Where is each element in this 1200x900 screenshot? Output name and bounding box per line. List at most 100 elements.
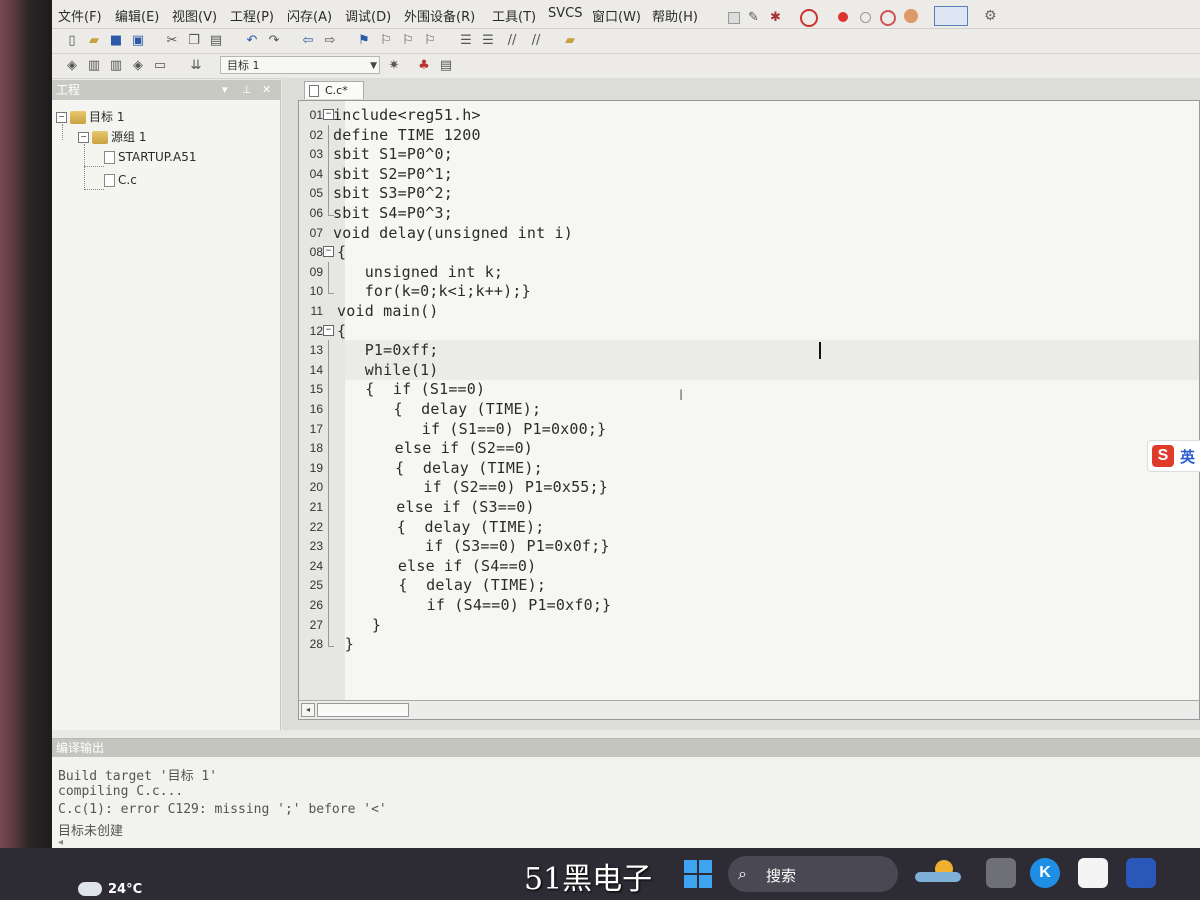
find-icon[interactable]: ▰ (562, 33, 578, 49)
wrench-icon[interactable]: ⚙ (984, 8, 997, 24)
stop-build-icon[interactable]: ▭ (152, 58, 168, 74)
save-all-icon[interactable]: ▣ (130, 33, 146, 49)
horizontal-scrollbar[interactable]: ◂ (299, 700, 1199, 719)
code-line[interactable]: 16 { delay (TIME); (299, 399, 1199, 419)
code-line[interactable]: 19 { delay (TIME); (299, 457, 1199, 478)
open-file-icon[interactable]: ▰ (86, 33, 102, 49)
menu-flash[interactable]: 闪存(A) (287, 6, 332, 25)
fold-toggle-icon[interactable]: − (323, 246, 334, 258)
comment-icon[interactable]: // (504, 33, 520, 49)
tree-file-startup[interactable]: STARTUP.A51 (104, 148, 196, 166)
ime-mode-label[interactable]: 英 (1180, 446, 1195, 467)
menu-debug[interactable]: 调试(D) (345, 6, 391, 25)
target-select[interactable]: 目标 1 ▼ (220, 56, 380, 74)
code-line[interactable]: 03 sbit S1=P0^0; (299, 144, 1199, 165)
batch-build-icon[interactable]: ◈ (130, 58, 146, 74)
menu-view[interactable]: 视图(V) (172, 6, 217, 25)
breakpoint-icon[interactable] (838, 12, 848, 22)
code-line[interactable]: 10 for(k=0;k<i;k++);} (299, 281, 1199, 301)
cut-icon[interactable]: ✂ (164, 33, 180, 49)
collapse-icon[interactable]: − (78, 132, 89, 143)
weather-temperature[interactable]: 24°C (108, 882, 142, 897)
tab-c-file[interactable]: C.c* (304, 81, 364, 99)
code-line[interactable]: 12−{ (299, 321, 1199, 341)
clear-bookmarks-icon[interactable]: ⚐ (422, 33, 438, 49)
code-line[interactable]: 25 { delay (TIME); (299, 575, 1199, 596)
app-k-icon[interactable]: K (1030, 858, 1060, 888)
nav-forward-icon[interactable]: ⇨ (322, 33, 338, 49)
code-line[interactable]: 22 { delay (TIME); (299, 516, 1199, 537)
app-cloud-icon[interactable] (1078, 858, 1108, 888)
menu-file[interactable]: 文件(F) (58, 6, 102, 25)
next-bookmark-icon[interactable]: ⚐ (400, 33, 416, 49)
code-line[interactable]: 07 void delay(unsigned int i) (299, 223, 1199, 243)
debug-start-icon[interactable] (800, 9, 818, 27)
copy-icon[interactable]: ❐ (186, 33, 202, 49)
unindent-icon[interactable]: ☰ (480, 33, 496, 49)
new-file-icon[interactable]: ▯ (64, 33, 80, 49)
menu-edit[interactable]: 编辑(E) (115, 6, 159, 25)
code-line[interactable]: 13 P1=0xff; (299, 340, 1199, 361)
code-line[interactable]: 23 if (S3==0) P1=0x0f;} (299, 536, 1199, 557)
scroll-left-icon[interactable]: ◂ (58, 837, 63, 848)
kill-breakpoints-icon[interactable] (904, 9, 918, 23)
select-packs-icon[interactable]: ▤ (438, 58, 454, 74)
chevron-down-icon[interactable]: ▼ (370, 57, 377, 75)
code-line[interactable]: 18 else if (S2==0) (299, 438, 1199, 459)
save-icon[interactable]: ■ (108, 33, 124, 49)
menu-window[interactable]: 窗口(W) (592, 6, 641, 25)
code-line[interactable]: 24 else if (S4==0) (299, 555, 1199, 576)
code-line[interactable]: 21 else if (S3==0) (299, 497, 1199, 517)
code-line[interactable]: 28} (299, 634, 1199, 654)
panel-menu-icon[interactable]: ▾ (222, 80, 228, 100)
search-highlight-icon[interactable] (915, 856, 965, 886)
collapse-icon[interactable]: − (56, 112, 67, 123)
scroll-left-icon[interactable]: ◂ (301, 703, 315, 717)
task-view-icon[interactable] (986, 858, 1016, 888)
indent-icon[interactable]: ☰ (458, 33, 474, 49)
weather-cloud-icon[interactable] (78, 882, 102, 896)
undo-icon[interactable]: ↶ (244, 33, 260, 49)
code-line[interactable]: 01− include<reg51.h> (299, 105, 1199, 125)
window-layout-button[interactable] (934, 6, 968, 26)
tree-file-c[interactable]: C.c (104, 171, 137, 189)
breakpoint-disable-icon[interactable] (880, 10, 896, 26)
output-line[interactable]: C.c(1): error C129: missing ';' before '… (58, 802, 387, 817)
menu-help[interactable]: 帮助(H) (652, 6, 698, 25)
code-line[interactable]: 27 } (299, 614, 1199, 635)
menu-peripherals[interactable]: 外围设备(R) (404, 6, 475, 25)
code-line[interactable]: 08−{ (299, 242, 1199, 262)
download-icon[interactable]: ⇊ (188, 58, 204, 74)
code-line[interactable]: 15 { if (S1==0) (299, 379, 1199, 400)
wand-icon[interactable]: ✱ (770, 10, 781, 25)
close-icon[interactable]: ✕ (262, 80, 271, 100)
keil-uvision-icon[interactable] (1126, 858, 1156, 888)
menu-project[interactable]: 工程(P) (230, 6, 274, 25)
code-line[interactable]: 09 unsigned int k; (299, 261, 1199, 282)
rebuild-icon[interactable]: ▥ (108, 58, 124, 74)
code-line[interactable]: 20 if (S2==0) P1=0x55;} (299, 477, 1199, 498)
uncomment-icon[interactable]: // (528, 33, 544, 49)
windows-start-icon[interactable] (684, 860, 712, 888)
code-line[interactable]: 05 sbit S3=P0^2; (299, 183, 1199, 204)
taskbar-search[interactable]: ⌕ 搜索 (728, 856, 898, 892)
paste-icon[interactable]: ▤ (208, 33, 224, 49)
build-icon[interactable]: ▥ (86, 58, 102, 74)
code-line[interactable]: 26 if (S4==0) P1=0xf0;} (299, 595, 1199, 615)
code-line[interactable]: 06 sbit S4=P0^3; (299, 203, 1199, 223)
breakpoint-off-icon[interactable] (860, 12, 871, 23)
redo-icon[interactable]: ↷ (266, 33, 282, 49)
ime-toolbar[interactable]: S 英 (1147, 440, 1200, 472)
code-editor[interactable]: 01− include<reg51.h> 02 define TIME 1200 03 s… (298, 100, 1200, 720)
translate-icon[interactable]: ◈ (64, 58, 80, 74)
manage-components-icon[interactable]: ♣ (416, 58, 432, 74)
code-line[interactable]: 14 while(1) (299, 359, 1199, 380)
code-line[interactable]: 11 void main() (299, 301, 1199, 321)
bookmark-icon[interactable]: ⚑ (356, 33, 372, 49)
menu-svcs[interactable]: SVCS (548, 6, 582, 21)
code-line[interactable]: 17 if (S1==0) P1=0x00;} (299, 418, 1199, 439)
tree-group[interactable]: − 源组 1 (78, 128, 146, 146)
dropdown-arrow-icon[interactable] (728, 12, 740, 24)
prev-bookmark-icon[interactable]: ⚐ (378, 33, 394, 49)
tree-target[interactable]: − 目标 1 (56, 108, 124, 126)
